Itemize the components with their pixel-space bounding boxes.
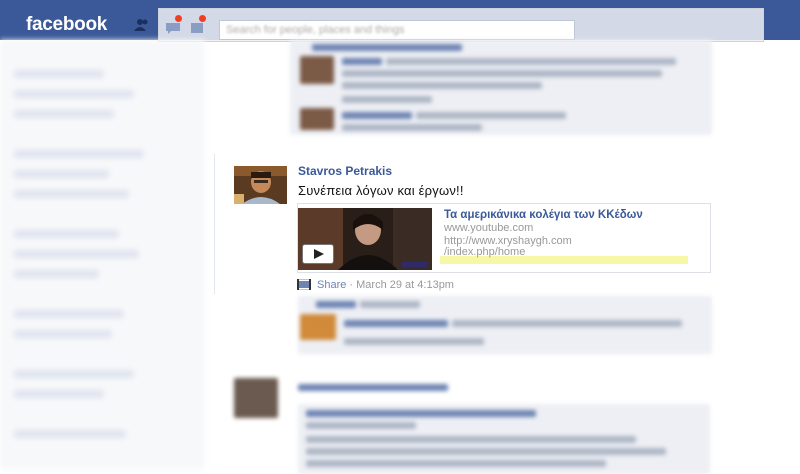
feed-divider xyxy=(214,154,215,294)
author-photo xyxy=(234,166,287,204)
attachment-title[interactable]: Τα αμερικάνικα κολέγια των ΚΚέδων xyxy=(444,209,643,221)
facebook-logo[interactable]: facebook xyxy=(26,14,107,36)
post-message: Συνέπεια λόγων και έργων!! xyxy=(298,183,464,198)
header-toolbar: Search for people, places and things xyxy=(158,8,764,42)
post-timestamp[interactable]: March 29 at 4:13pm xyxy=(356,279,454,291)
left-sidebar xyxy=(0,40,205,470)
notifications-icon[interactable] xyxy=(189,21,205,35)
previous-post-comments xyxy=(290,40,715,138)
video-thumbnail[interactable] xyxy=(298,208,432,270)
comments-and-next-post xyxy=(230,296,730,474)
messages-icon[interactable] xyxy=(165,21,181,35)
attachment-source: www.youtube.com xyxy=(444,222,534,234)
play-button[interactable] xyxy=(302,244,334,264)
search-input[interactable]: Search for people, places and things xyxy=(219,20,575,40)
action-separator: · xyxy=(346,279,357,291)
share-icon xyxy=(297,279,311,290)
search-placeholder: Search for people, places and things xyxy=(226,24,405,36)
post-actions: Share · March 29 at 4:13pm xyxy=(297,279,454,291)
link-attachment[interactable]: Τα αμερικάνικα κολέγια των ΚΚέδων www.yo… xyxy=(297,203,711,273)
messages-badge xyxy=(175,15,182,22)
share-link[interactable]: Share xyxy=(317,279,346,291)
author-avatar[interactable] xyxy=(234,166,287,204)
notifications-badge xyxy=(199,15,206,22)
friend-requests-icon[interactable] xyxy=(134,18,150,32)
post-author-name[interactable]: Stavros Petrakis xyxy=(298,164,392,178)
attachment-url-line2: /index.php/home xyxy=(444,246,526,258)
